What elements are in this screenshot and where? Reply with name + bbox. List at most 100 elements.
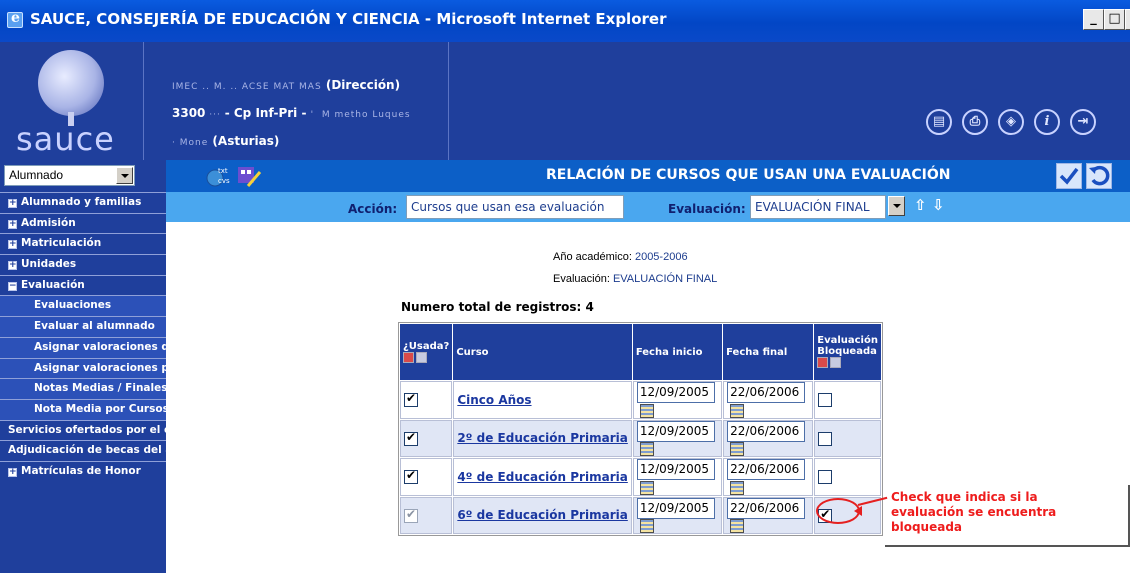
uncheck-all-icon[interactable] (403, 351, 414, 363)
annotation-line-3: bloqueada (891, 520, 963, 534)
annotation-line-1: Check que indica si la (891, 490, 1038, 504)
printer-icon[interactable]: ⎙ (962, 109, 988, 135)
sidebar-item-label: Nota Media por Cursos (34, 402, 166, 415)
sidebar-item[interactable]: Evaluaciones (0, 295, 166, 317)
expand-icon[interactable]: + (8, 219, 17, 229)
school-line-2: 3300 ··· - Cp Inf-Pri - ' M metho Luques (172, 100, 411, 128)
sidebar-item-label: Alumnado y familias (21, 196, 142, 208)
page-toolbar: txt cvs RELACIÓN DE CURSOS QUE USAN UNA … (166, 160, 1130, 192)
export-csv-icon[interactable]: txt cvs (206, 164, 232, 188)
check-all-icon[interactable] (830, 357, 842, 369)
expand-icon[interactable]: + (8, 467, 17, 477)
evaluacion-select-value: EVALUACIÓN FINAL (755, 200, 870, 214)
close-button[interactable]: × (1125, 9, 1130, 30)
academic-year-label: Año académico: (553, 251, 632, 263)
sidebar-item[interactable]: Evaluar al alumnado (0, 316, 166, 337)
expand-icon[interactable]: + (8, 199, 17, 208)
exit-icon[interactable]: ⇥ (1070, 109, 1096, 135)
fecha-final-field[interactable]: 22/06/2006 (727, 497, 806, 519)
collapse-icon[interactable]: − (8, 281, 17, 291)
sort-down-icon[interactable]: ⇩ (932, 196, 945, 214)
minimize-button[interactable]: _ (1083, 9, 1104, 30)
accion-select-value: Cursos que usan esa evaluación (411, 200, 605, 214)
course-link[interactable]: 2º de Educación Primaria (457, 431, 628, 445)
chevron-down-icon[interactable] (888, 196, 905, 216)
fecha-inicio-field[interactable]: 12/09/2005 (636, 497, 715, 519)
svg-text:cvs: cvs (218, 177, 230, 185)
uncheck-all-icon[interactable] (817, 357, 829, 369)
chevron-down-icon[interactable] (116, 167, 133, 184)
fecha-final-cell: 22/06/2006 (723, 496, 814, 534)
fecha-final-field[interactable]: 22/06/2006 (727, 420, 806, 442)
calendar-icon[interactable] (730, 480, 745, 495)
bloqueada-checkbox[interactable] (818, 393, 833, 407)
calendar-icon[interactable] (730, 519, 745, 533)
sidebar-item[interactable]: + Alumnado y familias (0, 192, 166, 213)
fecha-inicio-field[interactable]: 12/09/2005 (636, 459, 715, 480)
calendar-icon[interactable] (639, 480, 654, 495)
fecha-final-cell: 22/06/2006 (723, 458, 814, 496)
sidebar-item[interactable]: Notas Medias / Finales (0, 378, 166, 399)
bloqueada-checkbox[interactable] (818, 431, 833, 446)
calendar-icon[interactable] (730, 403, 745, 418)
calendar-icon[interactable] (639, 519, 654, 533)
col-curso[interactable]: Curso (453, 324, 632, 380)
sidebar-item[interactable]: Servicios ofertados por el ce (0, 419, 166, 441)
maximize-button[interactable]: □ (1104, 9, 1125, 30)
evaluacion-select[interactable]: EVALUACIÓN FINAL (750, 195, 886, 219)
sidebar-item[interactable]: − Evaluación (0, 274, 166, 296)
usada-checkbox[interactable] (404, 391, 418, 407)
profile-select[interactable]: Alumnado (4, 165, 135, 186)
calendar-icon[interactable] (730, 442, 745, 456)
sidebar-item-label: Evaluaciones (34, 299, 112, 312)
expand-icon[interactable]: + (8, 240, 17, 250)
academic-year-line: Año académico: 2005-2006 (553, 251, 688, 263)
sidebar-item-label: Servicios ofertados por el ce (8, 423, 166, 436)
sidebar-item[interactable]: + Matriculación (0, 233, 166, 254)
sidebar-item[interactable]: Nota Media por Cursos (0, 398, 166, 420)
expand-icon[interactable]: + (8, 261, 17, 271)
bloqueada-checkbox[interactable] (818, 470, 833, 484)
sidebar-item[interactable]: + Unidades (0, 254, 166, 275)
document-icon[interactable]: ▤ (926, 109, 952, 135)
calendar-icon[interactable] (639, 403, 654, 418)
fecha-inicio-field[interactable]: 12/09/2005 (636, 420, 715, 442)
edit-icon[interactable] (236, 164, 262, 188)
check-all-icon[interactable] (416, 351, 427, 363)
bloqueada-cell (814, 381, 881, 419)
sidebar-item[interactable]: Adjudicación de becas del alu (0, 440, 166, 461)
fecha-final-field[interactable]: 22/06/2006 (727, 459, 806, 480)
course-link[interactable]: 4º de Educación Primaria (457, 470, 628, 484)
info-icon[interactable]: i (1034, 109, 1060, 135)
navigation-icon[interactable]: ◈ (998, 109, 1024, 135)
fecha-inicio-field[interactable]: 12/09/2005 (636, 382, 715, 403)
sort-up-icon[interactable]: ⇧ (914, 196, 927, 214)
col-usada: ¿Usada? (400, 324, 453, 380)
sidebar-item[interactable]: + Admisión (0, 212, 166, 234)
fecha-final-field[interactable]: 22/06/2006 (727, 382, 806, 403)
usada-checkbox[interactable] (404, 430, 418, 446)
usada-checkbox[interactable] (404, 468, 418, 484)
sidebar-item[interactable]: Asignar valoraciones por (0, 357, 166, 379)
course-link[interactable]: 6º de Educación Primaria (457, 508, 628, 522)
sidebar-item[interactable]: + Matrículas de Honor (0, 460, 166, 482)
sidebar-item[interactable]: Asignar valoraciones de (0, 336, 166, 358)
sidebar-item-label: Admisión (21, 216, 76, 229)
accion-select[interactable]: Cursos que usan esa evaluación (406, 195, 624, 219)
sidebar-item-label: Matriculación (21, 237, 102, 250)
evaluacion-label: Evaluación: (668, 202, 746, 216)
fecha-inicio-cell: 12/09/2005 (632, 381, 723, 419)
tree-logo-icon (38, 50, 104, 116)
calendar-icon[interactable] (639, 442, 654, 456)
profile-select-value: Alumnado (9, 168, 64, 182)
evaluation-line: Evaluación: EVALUACIÓN FINAL (553, 273, 717, 285)
col-fecha-final[interactable]: Fecha final (723, 324, 814, 380)
school-info: IMEC .. M. .. ACSE MAT MAS (Dirección) 3… (172, 72, 411, 156)
col-fecha-inicio[interactable]: Fecha inicio (632, 324, 723, 380)
accept-button[interactable] (1056, 163, 1082, 189)
course-link[interactable]: Cinco Años (457, 393, 531, 407)
usada-cell (400, 496, 453, 534)
sidebar-item-label: Unidades (21, 258, 77, 271)
back-button[interactable] (1086, 163, 1112, 189)
sidebar-item-label: Evaluar al alumnado (34, 320, 155, 333)
